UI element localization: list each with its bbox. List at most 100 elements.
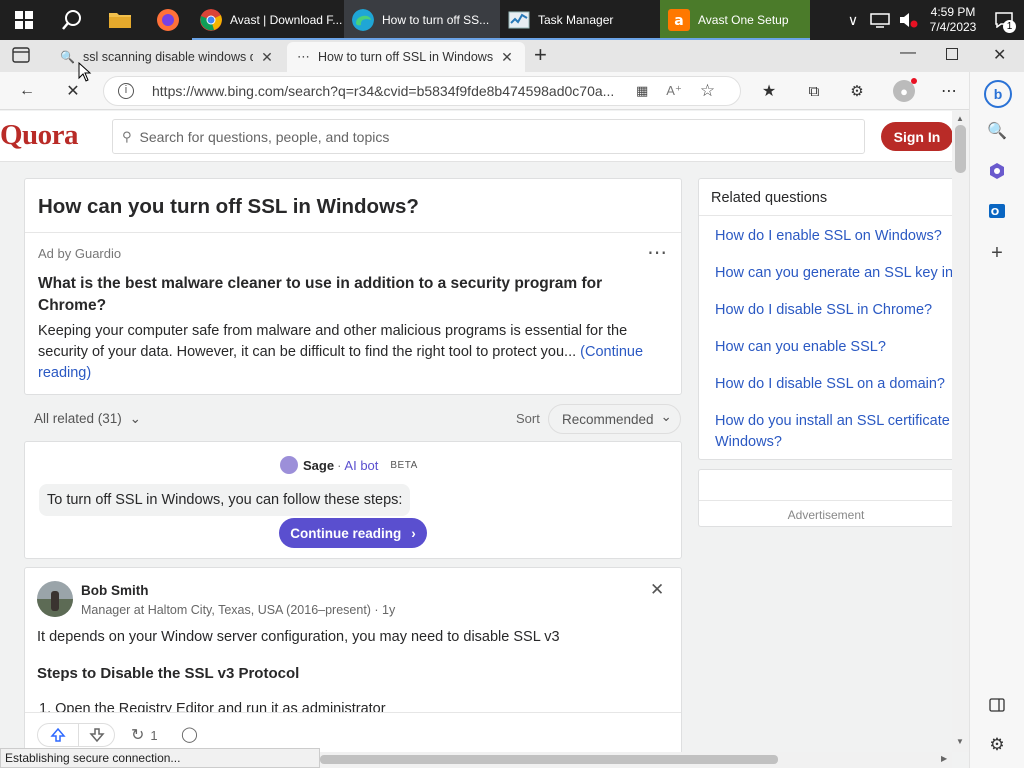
clock[interactable]: 4:59 PM 7/4/2023	[922, 5, 984, 35]
stop-loading-button[interactable]: ✕	[62, 80, 84, 102]
taskbar-app-avast-setup[interactable]: a Avast One Setup	[660, 0, 810, 40]
related-question-link[interactable]: How do I disable SSL in Chrome?	[715, 302, 932, 318]
web-page: Quora ⚲ Search for questions, people, an…	[0, 111, 952, 752]
favorites-icon: ★	[761, 83, 777, 100]
notification-badge: 1	[1003, 20, 1016, 33]
sign-in-button[interactable]: Sign In	[881, 122, 952, 151]
favorites-button[interactable]: ★	[758, 80, 780, 102]
notification-center[interactable]: 1	[984, 0, 1024, 40]
scroll-down-arrow[interactable]: ▼	[956, 737, 964, 746]
taskbar-app-task-manager[interactable]: Task Manager	[500, 0, 660, 40]
chevron-down-icon: ⌄	[660, 408, 672, 424]
sort-value: Recommended	[562, 411, 654, 427]
edge-icon	[352, 9, 374, 31]
sort-dropdown[interactable]: Recommended ⌄	[548, 404, 681, 434]
clock-date: 7/4/2023	[929, 20, 977, 34]
sage-continue-button[interactable]: Continue reading ›	[279, 518, 427, 548]
scrollbar-thumb[interactable]	[955, 125, 966, 173]
sage-name[interactable]: Sage	[303, 458, 334, 473]
share-button[interactable]: ↻ 1	[131, 725, 158, 745]
quora-logo[interactable]: Quora	[0, 119, 79, 152]
extensions-button[interactable]: ⚙	[846, 80, 868, 102]
sort-label: Sort	[516, 411, 540, 426]
sage-avatar	[280, 456, 298, 474]
task-manager-icon	[508, 11, 530, 29]
related-question-link[interactable]: Windows?	[715, 434, 782, 450]
taskbar-app-edge[interactable]: How to turn off SS...	[344, 0, 500, 40]
minimize-button[interactable]: —	[900, 44, 918, 64]
collections-icon: ⧉	[808, 82, 820, 100]
network-icon[interactable]	[870, 12, 890, 28]
scroll-up-arrow[interactable]: ▲	[956, 114, 964, 123]
related-question-link[interactable]: How do you install an SSL certificate	[715, 413, 950, 429]
search-icon: 🔍	[60, 50, 75, 64]
search-placeholder: Search for questions, people, and topics	[139, 128, 390, 145]
info-icon[interactable]: i	[118, 83, 134, 99]
tab-strip: 🔍 ssl scanning disable windows det ✕ ⋯ H…	[0, 40, 1024, 72]
ad-title[interactable]: What is the best malware cleaner to use …	[38, 273, 648, 317]
add-sidebar-app-icon[interactable]: +	[986, 242, 1008, 264]
start-button[interactable]	[0, 0, 48, 40]
author-credential[interactable]: Manager at Haltom City, Texas, USA (2016…	[81, 603, 395, 617]
related-question-link[interactable]: How do I enable SSL on Windows?	[715, 228, 942, 244]
chevron-up-icon[interactable]: ∨	[840, 12, 866, 29]
sidebar-settings-icon[interactable]: ⚙	[986, 734, 1008, 756]
quora-search-input[interactable]: ⚲ Search for questions, people, and topi…	[112, 119, 865, 154]
vertical-scrollbar[interactable]: ▲ ▼	[952, 111, 969, 752]
scrollbar-thumb[interactable]	[320, 755, 778, 764]
volume-muted-icon[interactable]	[898, 12, 918, 28]
outlook-icon[interactable]: O	[986, 200, 1008, 222]
author-avatar[interactable]	[37, 581, 73, 617]
sage-ai-bot[interactable]: AI bot	[344, 458, 378, 473]
upvote-icon	[50, 727, 66, 742]
all-related-dropdown[interactable]: All related (31) ⌄	[34, 411, 141, 427]
tab-how-to-turn-off-ssl[interactable]: ⋯ How to turn off SSL in Windows ✕	[287, 42, 525, 72]
related-question-link[interactable]: How can you generate an SSL key in	[715, 265, 952, 281]
clock-time: 4:59 PM	[930, 5, 976, 19]
scroll-right-arrow[interactable]: ▶	[941, 754, 947, 763]
dismiss-answer-button[interactable]: ✕	[650, 580, 664, 600]
taskbar-app-label: Task Manager	[538, 13, 614, 27]
author-name[interactable]: Bob Smith	[81, 583, 149, 598]
app-available-icon[interactable]: ▦	[636, 83, 648, 99]
taskbar-app-avast-download[interactable]: Avast | Download F...	[192, 0, 344, 40]
new-tab-button[interactable]: +	[534, 44, 554, 68]
chevron-down-icon: ⌄	[129, 411, 141, 426]
question-title[interactable]: How can you turn off SSL in Windows?	[38, 195, 419, 219]
edge-sidebar: b 🔍 O + ⚙	[969, 72, 1024, 768]
status-bar: Establishing secure connection...	[0, 748, 320, 768]
url-text[interactable]: https://www.bing.com/search?q=r34&cvid=b…	[152, 83, 622, 99]
close-tab-button[interactable]: ✕	[499, 49, 515, 66]
file-explorer-button[interactable]	[96, 0, 144, 40]
related-question-link[interactable]: How do I disable SSL on a domain?	[715, 376, 945, 392]
horizontal-scrollbar[interactable]: ▶	[320, 752, 952, 768]
tab-actions-button[interactable]	[12, 47, 32, 65]
related-question-link[interactable]: How can you enable SSL?	[715, 339, 886, 355]
mouse-cursor	[78, 62, 92, 82]
search-button[interactable]	[48, 0, 96, 40]
downvote-button[interactable]	[79, 723, 115, 747]
hide-sidebar-icon[interactable]	[986, 694, 1008, 716]
settings-menu-button[interactable]: ⋯	[938, 80, 960, 102]
upvote-button[interactable]	[37, 723, 79, 747]
svg-text:a: a	[674, 13, 683, 29]
ad-more-options-icon[interactable]: ⋯	[647, 240, 667, 265]
close-window-button[interactable]: ✕	[993, 45, 1006, 65]
maximize-button[interactable]	[946, 48, 958, 60]
search-icon	[62, 10, 81, 30]
profile-button[interactable]: ●	[893, 78, 917, 102]
address-bar[interactable]: i https://www.bing.com/search?q=r34&cvid…	[103, 76, 741, 106]
favorite-star-icon[interactable]: ☆	[700, 81, 715, 101]
tab-title: How to turn off SSL in Windows	[318, 50, 493, 64]
question-card: How can you turn off SSL in Windows? Ad …	[24, 178, 682, 395]
quora-header: Quora ⚲ Search for questions, people, an…	[0, 111, 952, 162]
close-tab-button[interactable]: ✕	[259, 49, 275, 66]
firefox-button[interactable]	[144, 0, 192, 40]
bing-chat-icon[interactable]: b	[984, 80, 1012, 108]
office-icon[interactable]	[986, 160, 1008, 182]
comment-button[interactable]: ◯	[181, 725, 198, 743]
search-icon[interactable]: 🔍	[986, 120, 1008, 142]
read-aloud-icon[interactable]: A⁺	[666, 83, 682, 99]
back-button[interactable]: ←	[16, 80, 38, 102]
collections-button[interactable]: ⧉	[803, 80, 825, 102]
